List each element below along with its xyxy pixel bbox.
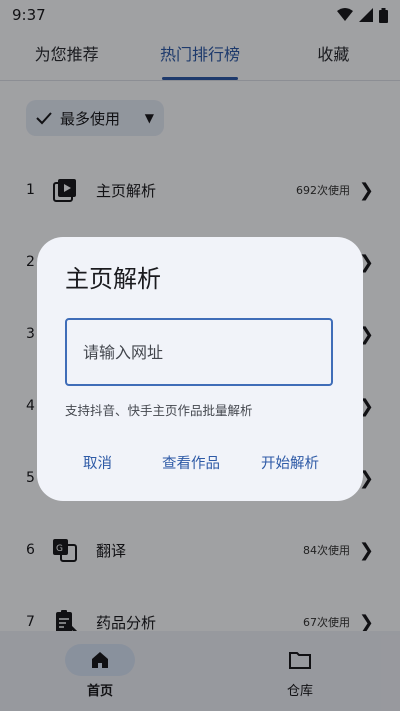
dialog-hint: 支持抖音、快手主页作品批量解析 — [65, 403, 253, 418]
view-works-button[interactable]: 查看作品 — [162, 450, 220, 478]
url-input[interactable] — [65, 318, 333, 386]
dialog-actions: 取消 查看作品 开始解析 — [37, 450, 363, 478]
cancel-button[interactable]: 取消 — [83, 450, 112, 478]
dialog-title: 主页解析 — [65, 265, 161, 293]
homepage-parse-dialog: 主页解析 支持抖音、快手主页作品批量解析 取消 查看作品 开始解析 — [37, 237, 363, 501]
start-parse-button[interactable]: 开始解析 — [261, 450, 319, 478]
